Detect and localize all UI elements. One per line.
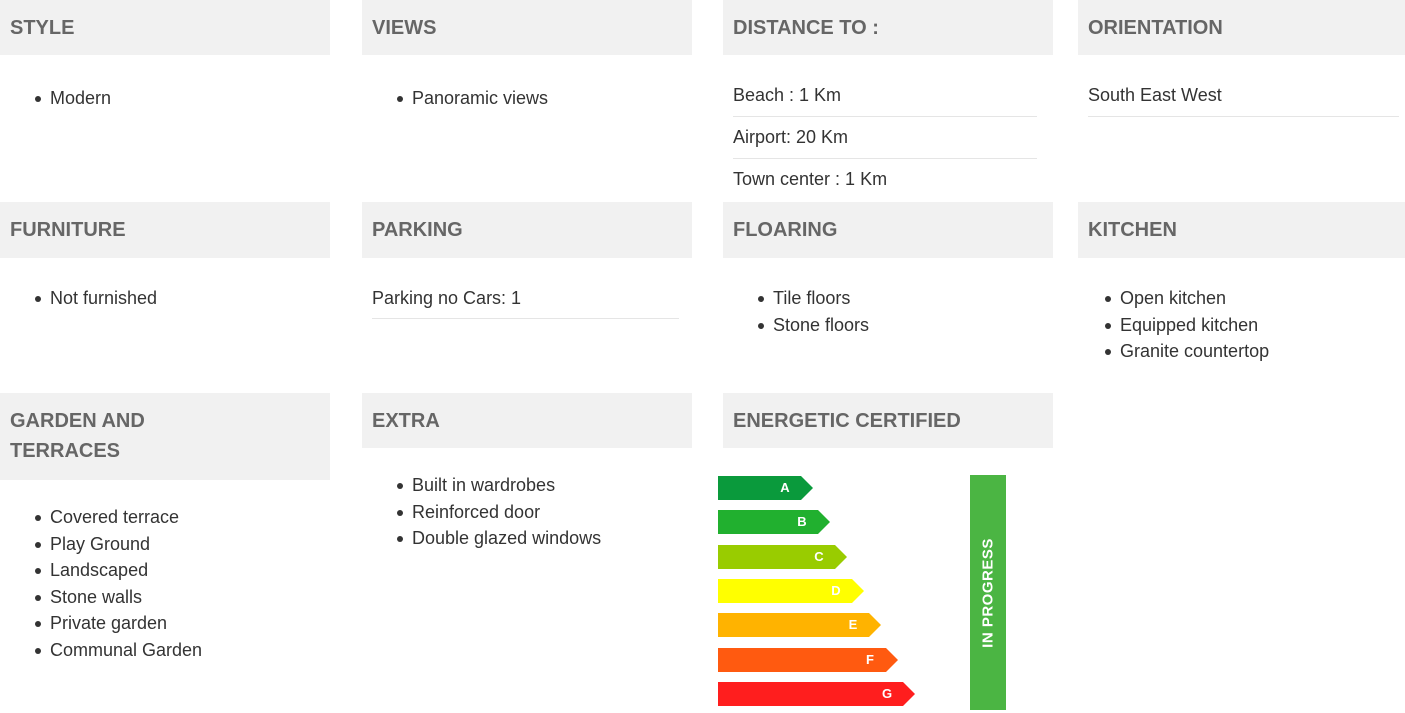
list-item: Built in wardrobes <box>390 472 692 499</box>
certificate-status-label: IN PROGRESS <box>979 537 997 648</box>
list-item: Stone floors <box>751 312 1053 339</box>
list-item: Play Ground <box>28 531 330 558</box>
distance-row: Airport: 20 Km <box>733 117 1037 159</box>
list-item: Private garden <box>28 610 330 637</box>
certificate-status-bar: IN PROGRESS <box>970 475 1006 710</box>
energy-class-e-bar: E <box>718 613 881 637</box>
list-item: Landscaped <box>28 557 330 584</box>
list-item: Equipped kitchen <box>1098 312 1405 339</box>
list-item: Not furnished <box>28 285 330 312</box>
energy-class-letter: D <box>831 583 841 598</box>
list-item: Reinforced door <box>390 499 692 526</box>
parking-section: PARKING Parking no Cars: 1 <box>362 202 692 319</box>
style-header: STYLE <box>0 0 330 55</box>
extra-list: Built in wardrobes Reinforced door Doubl… <box>390 472 692 552</box>
garden-section: GARDEN AND TERRACES Covered terrace Play… <box>0 393 330 663</box>
list-item: Panoramic views <box>390 85 692 112</box>
list-item: Modern <box>28 85 330 112</box>
parking-row: Parking no Cars: 1 <box>372 278 679 319</box>
energy-header: ENERGETIC CERTIFIED <box>723 393 1053 448</box>
style-list: Modern <box>28 85 330 112</box>
furniture-header: FURNITURE <box>0 202 330 258</box>
energy-class-letter: E <box>848 617 858 632</box>
list-item: Communal Garden <box>28 637 330 664</box>
orientation-section: ORIENTATION South East West <box>1078 0 1405 117</box>
extra-section: EXTRA Built in wardrobes Reinforced door… <box>362 393 692 552</box>
list-item: Granite countertop <box>1098 338 1405 365</box>
distance-row: Town center : 1 Km <box>733 168 888 189</box>
kitchen-section: KITCHEN Open kitchen Equipped kitchen Gr… <box>1078 202 1405 365</box>
parking-header: PARKING <box>362 202 692 258</box>
garden-list: Covered terrace Play Ground Landscaped S… <box>28 504 330 663</box>
energy-class-d-bar: D <box>718 579 864 603</box>
energy-class-letter: F <box>866 652 874 667</box>
style-section: STYLE Modern <box>0 0 330 112</box>
furniture-section: FURNITURE Not furnished <box>0 202 330 312</box>
energy-class-letter: B <box>797 514 807 529</box>
list-item: Stone walls <box>28 584 330 611</box>
distance-rows: Beach : 1 Km Airport: 20 Km Town center … <box>733 75 1037 199</box>
orientation-header: ORIENTATION <box>1078 0 1405 55</box>
flooring-section: FLOARING Tile floors Stone floors <box>723 202 1053 338</box>
views-list: Panoramic views <box>390 85 692 112</box>
list-item: Double glazed windows <box>390 525 692 552</box>
kitchen-header: KITCHEN <box>1078 202 1405 258</box>
energy-section: ENERGETIC CERTIFIED <box>723 393 1053 448</box>
energy-class-letter: C <box>814 549 824 564</box>
energy-class-letter: G <box>881 686 893 701</box>
parking-rows: Parking no Cars: 1 <box>372 278 679 319</box>
energy-class-f-bar: F <box>718 648 898 672</box>
orientation-row: South East West <box>1088 75 1399 117</box>
list-item: Covered terrace <box>28 504 330 531</box>
orientation-rows: South East West <box>1088 75 1399 117</box>
energy-class-c-bar: C <box>718 545 847 569</box>
views-section: VIEWS Panoramic views <box>362 0 692 112</box>
energy-class-b-bar: B <box>718 510 830 534</box>
energy-class-a-bar: A <box>718 476 813 500</box>
extra-header: EXTRA <box>362 393 692 448</box>
list-item: Open kitchen <box>1098 285 1405 312</box>
views-header: VIEWS <box>362 0 692 55</box>
furniture-list: Not furnished <box>28 285 330 312</box>
garden-header-line1: GARDEN AND <box>10 410 145 432</box>
distance-row: Beach : 1 Km <box>733 75 1037 117</box>
kitchen-list: Open kitchen Equipped kitchen Granite co… <box>1098 285 1405 365</box>
energy-class-letter: A <box>780 480 790 495</box>
energy-class-g-bar: G <box>718 682 915 706</box>
garden-header: GARDEN AND TERRACES <box>0 393 330 480</box>
distance-header: DISTANCE TO : <box>723 0 1053 55</box>
list-item: Tile floors <box>751 285 1053 312</box>
garden-header-line2: TERRACES <box>10 440 121 462</box>
flooring-header: FLOARING <box>723 202 1053 258</box>
flooring-list: Tile floors Stone floors <box>751 285 1053 338</box>
distance-section: DISTANCE TO : Beach : 1 Km Airport: 20 K… <box>723 0 1053 199</box>
